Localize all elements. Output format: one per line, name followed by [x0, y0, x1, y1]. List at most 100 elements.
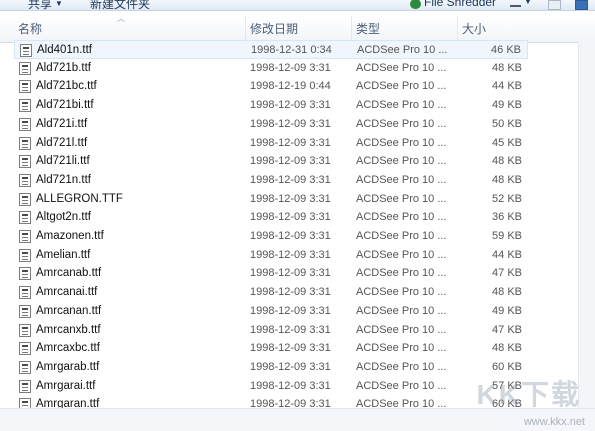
file-row[interactable]: Ald721bc.ttf 1998-12-19 0:44 ACDSee Pro 10…: [14, 77, 528, 96]
file-date: 1998-12-09 3:31: [250, 304, 331, 317]
file-row[interactable]: Ald721bi.ttf 1998-12-09 3:31 ACDSee Pro 10…: [14, 96, 528, 115]
file-name: Amrcanxb.ttf: [36, 323, 101, 336]
file-size: 44 KB: [492, 248, 522, 261]
file-row[interactable]: Amrgarai.ttf 1998-12-09 3:31 ACDSee Pro 10…: [14, 377, 528, 396]
file-size: 49 KB: [492, 99, 522, 112]
column-header-size[interactable]: 大小: [458, 16, 528, 42]
file-type: ACDSee Pro 10 ...: [356, 248, 447, 261]
file-row[interactable]: Ald721li.ttf 1998-12-09 3:31 ACDSee Pro 10…: [14, 152, 528, 171]
file-size: 50 KB: [492, 117, 522, 130]
file-row[interactable]: Amrcanab.ttf 1998-12-09 3:31 ACDSee Pro 10…: [14, 264, 528, 283]
column-header-row: ︿ 名称 修改日期 类型 大小: [0, 14, 595, 43]
file-row[interactable]: Ald401n.ttf 1998-12-31 0:34 ACDSee Pro 10 …: [14, 40, 528, 59]
font-file-icon: [19, 360, 31, 374]
font-file-icon: [19, 267, 31, 281]
file-name: Amelian.ttf: [36, 248, 91, 261]
column-header-type[interactable]: 类型: [352, 16, 458, 42]
share-menu-button[interactable]: 共享 ▼: [28, 0, 63, 11]
file-date: 1998-12-09 3:31: [250, 248, 331, 261]
file-date: 1998-12-19 0:44: [250, 80, 331, 93]
file-size: 52 KB: [492, 192, 522, 205]
font-file-icon: [19, 342, 31, 356]
file-name: Ald721b.ttf: [36, 61, 91, 74]
column-header-name[interactable]: 名称: [14, 16, 246, 42]
file-date: 1998-12-09 3:31: [250, 192, 331, 205]
file-row[interactable]: Amrcanxb.ttf 1998-12-09 3:31 ACDSee Pro 10…: [14, 321, 528, 340]
file-type: ACDSee Pro 10 ...: [356, 304, 447, 317]
font-file-icon: [19, 323, 31, 337]
vertical-scrollbar[interactable]: [578, 42, 595, 409]
font-file-icon: [19, 211, 31, 225]
file-type: ACDSee Pro 10 ...: [356, 117, 447, 130]
file-name: Amrcanab.ttf: [36, 267, 102, 280]
shredder-icon: [410, 0, 421, 9]
file-row[interactable]: Amrcanan.ttf 1998-12-09 3:31 ACDSee Pro 10…: [14, 302, 528, 321]
column-header-modified[interactable]: 修改日期: [246, 16, 352, 42]
font-file-icon: [19, 230, 31, 243]
file-row[interactable]: Ald721b.ttf 1998-12-09 3:31 ACDSee Pro 10 …: [14, 59, 528, 78]
file-type: ACDSee Pro 10 ...: [356, 61, 447, 74]
font-file-icon: [19, 173, 31, 187]
font-file-icon: [19, 192, 31, 206]
file-row[interactable]: Ald721l.ttf 1998-12-09 3:31 ACDSee Pro 10 …: [14, 134, 528, 153]
file-date: 1998-12-09 3:31: [250, 342, 331, 355]
file-name: Ald721l.ttf: [36, 136, 88, 149]
watermark-logo: KK下载: [476, 379, 581, 410]
file-size: 45 KB: [492, 136, 522, 149]
file-row[interactable]: Altgot2n.ttf 1998-12-09 3:31 ACDSee Pro 10…: [14, 208, 528, 227]
file-row[interactable]: Amrgarab.ttf 1998-12-09 3:31 ACDSee Pro 10…: [14, 358, 528, 377]
font-file-icon: [19, 99, 31, 113]
file-shredder-button[interactable]: File Shredder: [410, 0, 496, 9]
file-size: 46 KB: [491, 44, 521, 56]
file-shredder-label: File Shredder: [424, 0, 497, 9]
file-type: ACDSee Pro 10 ...: [356, 230, 447, 242]
file-row[interactable]: Amrcaxbc.ttf 1998-12-09 3:31 ACDSee Pro 10…: [14, 339, 528, 358]
view-options-button[interactable]: ▼: [510, 0, 532, 7]
file-row[interactable]: Amazonen.ttf 1998-12-09 3:31 ACDSee Pro 10…: [14, 227, 528, 246]
file-size: 48 KB: [492, 61, 522, 74]
font-file-icon: [19, 117, 31, 131]
file-size: 36 KB: [492, 211, 522, 224]
preview-pane-icon: [548, 0, 561, 10]
file-row[interactable]: Ald721n.ttf 1998-12-09 3:31 ACDSee Pro 10 …: [14, 171, 528, 190]
file-size: 47 KB: [492, 267, 522, 280]
help-button[interactable]: [575, 0, 588, 10]
file-type: ACDSee Pro 10 ...: [356, 342, 447, 355]
file-type: ACDSee Pro 10 ...: [356, 136, 447, 149]
file-type: ACDSee Pro 10 ...: [356, 267, 447, 280]
column-name-label: 名称: [18, 22, 43, 36]
file-date: 1998-12-09 3:31: [250, 360, 331, 373]
file-row[interactable]: ALLEGRON.TTF 1998-12-09 3:31 ACDSee Pro 10…: [14, 190, 528, 209]
file-row[interactable]: Ald721i.ttf 1998-12-09 3:31 ACDSee Pro 10 …: [14, 115, 528, 134]
font-file-icon: [19, 286, 31, 300]
file-type: ACDSee Pro 10 ...: [356, 379, 447, 392]
font-file-icon: [19, 248, 31, 262]
file-row[interactable]: Amrcanai.ttf 1998-12-09 3:31 ACDSee Pro 10…: [14, 283, 528, 302]
preview-pane-button[interactable]: [548, 0, 561, 10]
file-name: Ald721li.ttf: [36, 155, 90, 168]
file-date: 1998-12-09 3:31: [250, 61, 331, 74]
font-file-icon: [20, 44, 32, 57]
file-date: 1998-12-09 3:31: [250, 211, 331, 224]
file-name: Ald721bc.ttf: [36, 80, 97, 93]
file-type: ACDSee Pro 10 ...: [356, 192, 447, 205]
file-type: ACDSee Pro 10 ...: [356, 323, 447, 336]
file-date: 1998-12-31 0:34: [251, 44, 332, 56]
file-date: 1998-12-09 3:31: [250, 230, 331, 242]
watermark-url: www.kkx.net: [523, 416, 585, 428]
file-type: ACDSee Pro 10 ...: [356, 286, 447, 299]
file-row[interactable]: Amelian.ttf 1998-12-09 3:31 ACDSee Pro 10 …: [14, 246, 528, 265]
file-type: ACDSee Pro 10 ...: [357, 44, 448, 56]
file-size: 48 KB: [492, 155, 522, 168]
file-type: ACDSee Pro 10 ...: [356, 155, 447, 168]
file-date: 1998-12-09 3:31: [250, 117, 331, 130]
share-label: 共享: [28, 0, 53, 11]
new-folder-button[interactable]: 新建文件夹: [90, 0, 151, 11]
file-size: 47 KB: [492, 323, 522, 336]
new-folder-label: 新建文件夹: [90, 0, 151, 11]
file-type: ACDSee Pro 10 ...: [356, 173, 447, 186]
file-date: 1998-12-09 3:31: [250, 323, 331, 336]
file-name: Ald721i.ttf: [36, 117, 88, 130]
font-file-icon: [19, 304, 31, 318]
font-file-icon: [19, 61, 31, 75]
